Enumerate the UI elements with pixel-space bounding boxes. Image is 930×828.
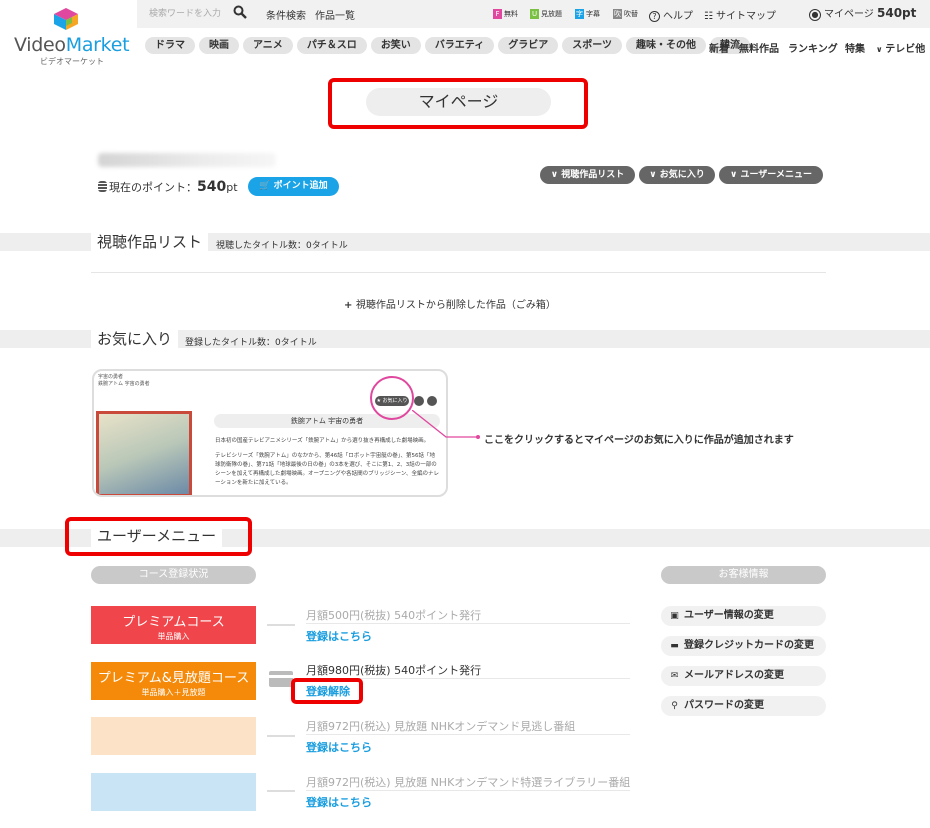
chevron-down-icon: ∨: [876, 45, 886, 54]
course-nhk-library: [91, 773, 256, 811]
quick-link-history[interactable]: ∨ 視聴作品リスト: [540, 166, 635, 184]
history-count: 視聴したタイトル数：0タイトル: [216, 241, 348, 251]
points-display: 現在のポイント：540pt: [98, 179, 238, 195]
change-credit-card-button[interactable]: ▬ 登録クレジットカードの変更: [661, 636, 826, 656]
sitemap-link[interactable]: ☷ サイトマップ: [704, 7, 776, 22]
chevron-down-icon: ∨: [550, 170, 562, 180]
favorite-hint-text: ここをクリックするとマイページのお気に入りに作品が追加されます: [484, 435, 794, 446]
works-list-link[interactable]: 作品一覧: [315, 7, 355, 22]
chevron-down-icon: ∨: [730, 170, 741, 180]
genre-item[interactable]: 映画: [199, 37, 239, 54]
card-description: 日本初の国産テレビアニメシリーズ「鉄腕アトム」から選り抜き再構成した劇場映画。 …: [215, 438, 440, 486]
facebook-icon[interactable]: [427, 396, 437, 406]
favorite-highlight-circle: [370, 376, 414, 420]
filter-free[interactable]: F 無料: [493, 9, 518, 19]
course-connector: [267, 790, 295, 792]
genre-nav: ドラマ 映画 アニメ パチ＆スロ お笑い バラエティ グラビア スポーツ 趣味・その他 韓流: [145, 37, 754, 55]
logo-subtitle: ビデオマーケット: [40, 57, 104, 66]
unlimited-tag-icon: U: [530, 9, 539, 19]
course-register-link[interactable]: 登録はこちら: [306, 794, 372, 810]
nav-feature[interactable]: 特集: [845, 40, 865, 55]
favorites-title: お気に入り: [91, 328, 179, 350]
genre-item[interactable]: ドラマ: [145, 37, 195, 54]
id-card-icon: ▣: [670, 611, 679, 621]
favorites-count: 登録したタイトル数：0タイトル: [185, 338, 317, 348]
poster-image: [96, 411, 192, 495]
user-icon: ●: [809, 9, 821, 21]
course-premium-unlimited: プレミアム&見放題コース 単品購入＋見放題: [91, 662, 256, 700]
course-premium: プレミアムコース 単品購入: [91, 606, 256, 644]
genre-item[interactable]: バラエティ: [424, 37, 495, 54]
divider: [91, 272, 826, 273]
quick-link-favorites[interactable]: ∨ お気に入り: [639, 166, 715, 184]
course-register-link[interactable]: 登録はこちら: [306, 739, 372, 755]
course-register-link[interactable]: 登録はこちら: [306, 628, 372, 644]
chevron-down-icon: ∨: [649, 170, 660, 180]
history-title: 視聴作品リスト: [91, 231, 209, 253]
nav-tv[interactable]: ∨ テレビ他: [876, 40, 925, 55]
top-bar: 検索ワードを入力 条件検索 作品一覧 F 無料 U 見放題 字字幕 吹吹替 ? ヘルプ…: [137, 0, 930, 28]
genre-item[interactable]: アニメ: [243, 37, 293, 54]
logo-mark-icon: [54, 8, 78, 30]
nav-new[interactable]: 新着: [709, 40, 729, 55]
subtitle-tag-icon: 字: [575, 9, 584, 19]
search-input[interactable]: 検索ワードを入力: [149, 6, 221, 19]
dub-tag-icon: 吹: [613, 9, 622, 19]
genre-item[interactable]: スポーツ: [562, 37, 623, 54]
condition-search-link[interactable]: 条件検索: [266, 7, 306, 22]
card-small-title: 宇宙の勇者: [98, 374, 124, 380]
cancel-link-highlight: [291, 678, 363, 704]
add-points-button[interactable]: 🛒 ポイント追加: [248, 177, 339, 196]
divider: [306, 790, 630, 791]
nav-free-works[interactable]: 無料作品: [739, 40, 779, 55]
change-user-info-button[interactable]: ▣ ユーザー情報の変更: [661, 606, 826, 626]
course-description: 月額980円(税抜) 540ポイント発行: [306, 664, 482, 677]
trash-link[interactable]: + 視聴作品リストから削除した作品（ごみ箱）: [344, 296, 556, 311]
help-link[interactable]: ? ヘルプ: [649, 7, 693, 22]
quick-link-user-menu[interactable]: ∨ ユーザーメニュー: [719, 166, 823, 184]
page-title: マイページ: [366, 88, 551, 116]
divider: [306, 623, 630, 624]
course-status-header: コース登録状況: [91, 566, 256, 584]
site-logo[interactable]: VideoMarket ビデオマーケット: [0, 0, 137, 70]
blurred-username: [98, 153, 276, 167]
free-tag-icon: F: [493, 9, 502, 19]
user-menu-highlight: [65, 517, 252, 556]
envelope-icon: ✉: [670, 671, 679, 681]
filter-subtitle[interactable]: 字字幕: [575, 9, 600, 19]
search-icon[interactable]: [233, 5, 247, 19]
customer-info-header: お客様情報: [661, 566, 826, 584]
genre-item[interactable]: パチ＆スロ: [296, 37, 367, 54]
cart-icon: 🛒: [259, 181, 274, 191]
credit-card-icon: ▬: [670, 641, 679, 651]
course-connector: [267, 624, 295, 626]
card-title: 鉄腕アトム 宇宙の勇者: [214, 414, 440, 428]
course-connector: [267, 735, 295, 737]
coins-icon: [98, 181, 107, 192]
genre-item[interactable]: お笑い: [370, 37, 421, 54]
card-small-subtitle: 鉄腕アトム 宇宙の勇者: [98, 381, 150, 387]
nav-ranking[interactable]: ランキング: [788, 40, 838, 55]
change-password-button[interactable]: ⚲ パスワードの変更: [661, 696, 826, 716]
question-icon: ?: [649, 11, 660, 22]
divider: [306, 734, 630, 735]
sitemap-icon: ☷: [704, 11, 713, 22]
logo-text: VideoMarket: [14, 34, 130, 56]
mypage-link[interactable]: ● マイページ 540pt: [809, 5, 916, 21]
course-description: 月額972円(税込) 見放題 NHKオンデマンド特選ライブラリー番組: [306, 776, 631, 789]
filter-unlimited[interactable]: U 見放題: [530, 9, 562, 19]
course-description: 月額972円(税込) 見放題 NHKオンデマンド見逃し番組: [306, 720, 576, 733]
genre-item[interactable]: グラビア: [498, 37, 559, 54]
change-email-button[interactable]: ✉ メールアドレスの変更: [661, 666, 826, 686]
pointer-line: [412, 410, 480, 439]
key-icon: ⚲: [671, 701, 678, 711]
course-description: 月額500円(税抜) 540ポイント発行: [306, 609, 482, 622]
filter-dub[interactable]: 吹吹替: [613, 9, 638, 19]
twitter-icon[interactable]: [414, 396, 424, 406]
plus-icon: +: [344, 300, 356, 311]
course-nhk-missed: [91, 717, 256, 755]
genre-item[interactable]: 趣味・その他: [626, 37, 707, 54]
